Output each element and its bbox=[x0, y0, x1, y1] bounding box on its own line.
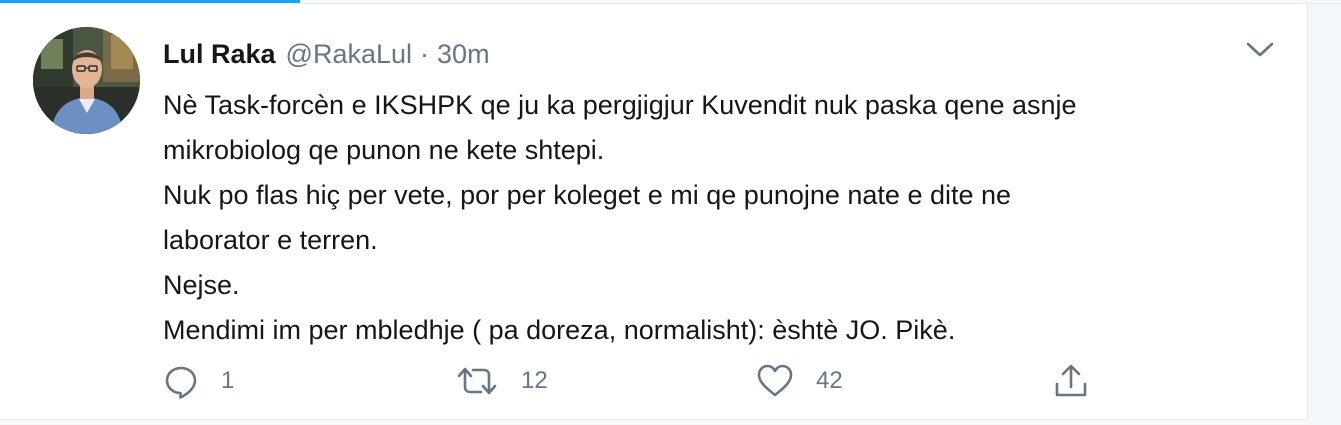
tweet-text-line: Mendimi im per mbledhje ( pa doreza, nor… bbox=[163, 315, 956, 345]
tweet-actions: 1 12 42 bbox=[0, 359, 1308, 403]
share-icon bbox=[1055, 364, 1087, 397]
avatar-image bbox=[33, 27, 140, 134]
tweet-header: Lul Raka @RakaLul · 30m bbox=[163, 36, 490, 72]
heart-icon bbox=[757, 364, 793, 397]
tweet-text-line: laborator e terren. bbox=[163, 225, 378, 255]
reply-button[interactable]: 1 bbox=[163, 359, 234, 403]
tweet-text-line: Nuk po flas hiç per vete, por per kolege… bbox=[163, 180, 1012, 210]
avatar[interactable] bbox=[33, 27, 140, 134]
author-handle[interactable]: @RakaLul bbox=[286, 39, 412, 70]
author-name[interactable]: Lul Raka bbox=[163, 39, 276, 70]
like-button[interactable]: 42 bbox=[756, 359, 843, 403]
tweet-timestamp[interactable]: 30m bbox=[437, 39, 490, 70]
reply-count: 1 bbox=[221, 367, 235, 394]
more-options-button[interactable] bbox=[1243, 36, 1277, 62]
tweet-text: Nè Task-forcèn e IKSHPK qe ju ka pergjig… bbox=[163, 83, 1283, 353]
tweet-card[interactable]: Lul Raka @RakaLul · 30m Nè Task-forcèn e… bbox=[0, 4, 1308, 420]
chevron-down-icon bbox=[1246, 42, 1274, 57]
tweet-text-line: Nè Task-forcèn e IKSHPK qe ju ka pergjig… bbox=[163, 90, 1077, 120]
separator-dot: · bbox=[420, 38, 430, 69]
like-count: 42 bbox=[816, 367, 843, 394]
tweet-text-line: Nejse. bbox=[163, 270, 240, 300]
tweet-text-line: mikrobiolog qe punon ne kete shtepi. bbox=[163, 135, 605, 165]
retweet-count: 12 bbox=[521, 367, 548, 394]
retweet-button[interactable]: 12 bbox=[455, 359, 548, 403]
share-button[interactable] bbox=[1052, 359, 1090, 403]
retweet-icon bbox=[457, 367, 497, 395]
reply-icon bbox=[165, 366, 197, 399]
